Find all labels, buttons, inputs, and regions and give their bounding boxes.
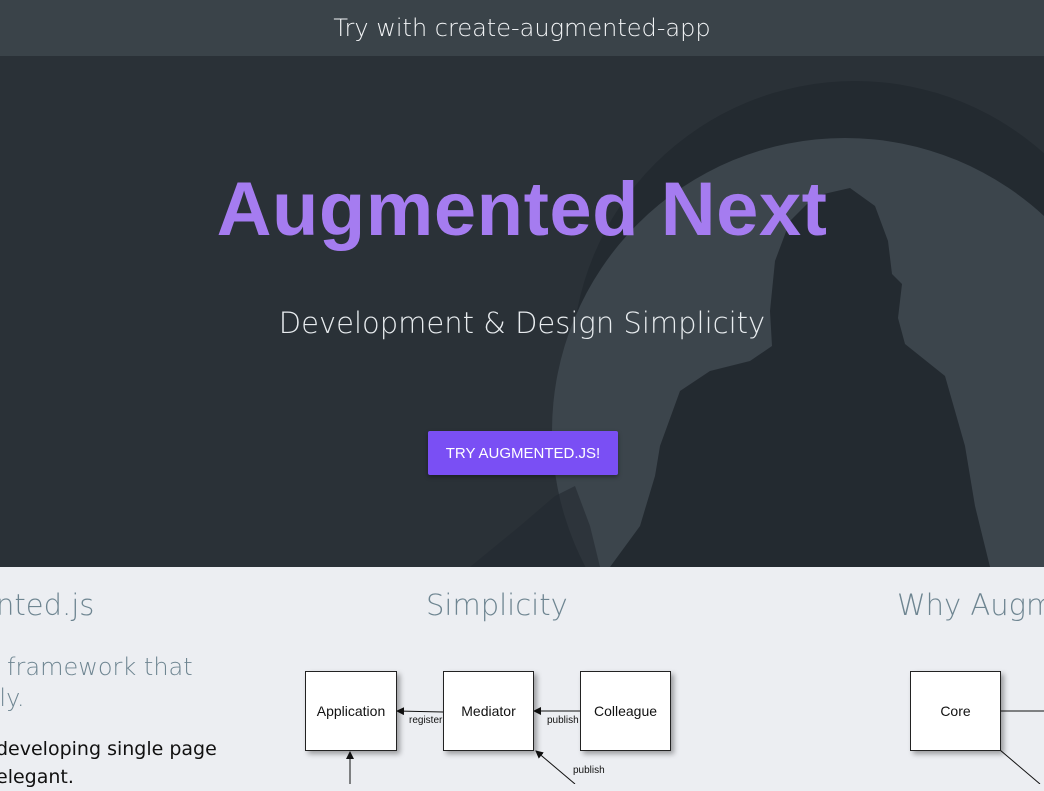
diagram-box-application: Application	[305, 671, 397, 751]
diagram-box-mediator: Mediator	[443, 671, 534, 751]
diagram-label-publish-2: publish	[573, 765, 605, 776]
diagram-label-register: register	[409, 715, 443, 726]
diagram-box-core: Core	[910, 671, 1001, 751]
diagram-arrows	[346, 707, 1044, 784]
diagram-box-colleague: Colleague	[580, 671, 671, 751]
diagram-label-publish: publish	[547, 715, 579, 726]
